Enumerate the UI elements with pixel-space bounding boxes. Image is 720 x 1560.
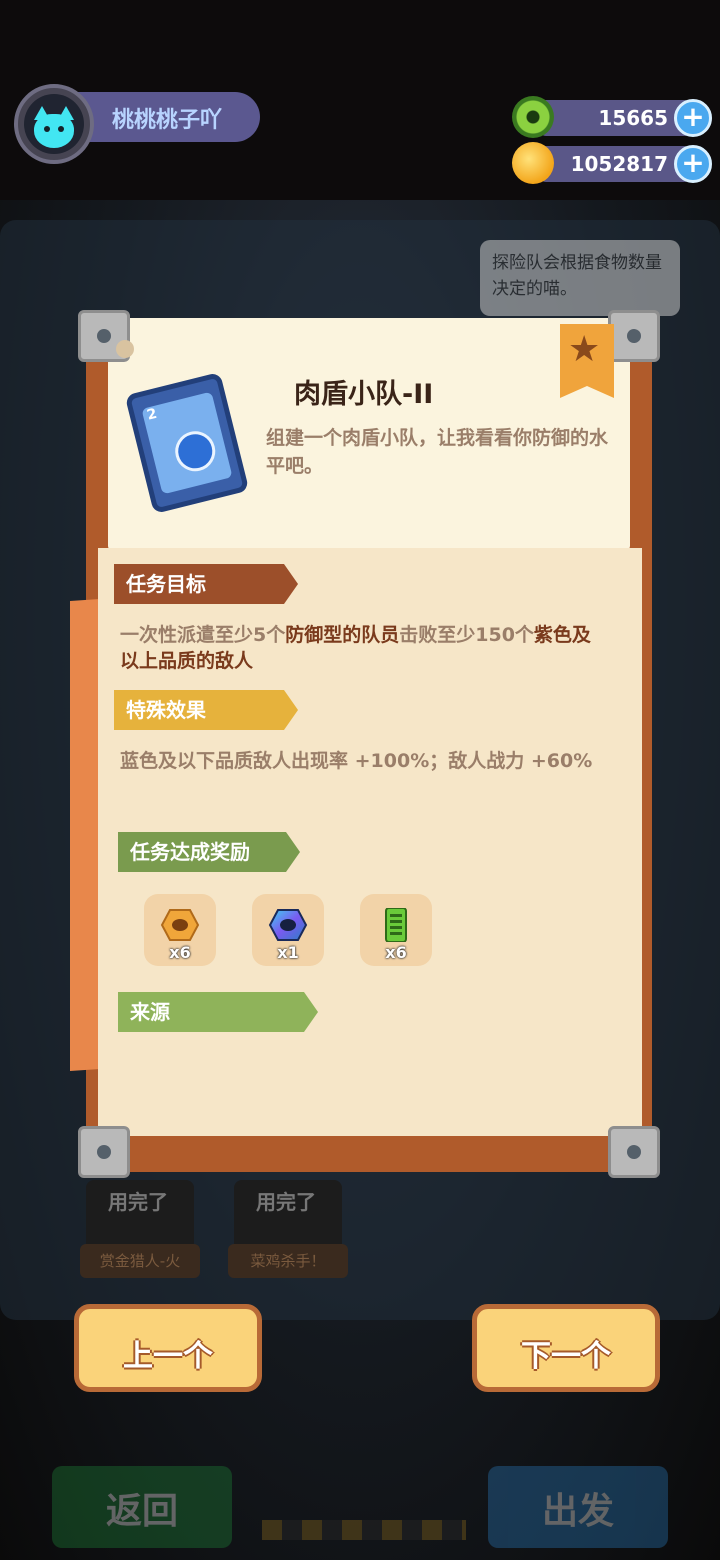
used-slot-label-2: 菜鸡杀手！ (228, 1244, 348, 1278)
player-name: 桃桃桃子吖 (112, 108, 223, 133)
add-coin-button[interactable]: + (674, 145, 712, 183)
add-donut-button[interactable]: + (674, 99, 712, 137)
gold-planet-coin-icon (512, 142, 554, 184)
green-battery-icon (385, 908, 407, 942)
objective-highlight1: 防御型的队员 (285, 624, 400, 646)
fist-icon (170, 427, 220, 476)
card-art: 2 (141, 391, 233, 495)
corner-clip-tr (608, 310, 660, 362)
currency-donut: 15665 + (512, 96, 712, 138)
objective-part1: 一次性派遣至少5个 (120, 624, 286, 646)
reward-qty: x6 (385, 943, 407, 962)
back-button[interactable]: 返回 (52, 1466, 232, 1548)
reward-item-3[interactable]: x6 (360, 894, 432, 966)
used-slot-2: 用完了 (234, 1180, 342, 1252)
task-description: 组建一个肉盾小队，让我看看你防御的水平吧。 (266, 427, 609, 477)
effect-tag: 特殊效果 (114, 690, 298, 730)
objective-text: 一次性派遣至少5个防御型的队员击败至少150个紫色及以上品质的敌人 (120, 622, 600, 674)
player-profile[interactable]: 桃桃桃子吖 (14, 84, 260, 164)
gold-nut-icon (160, 909, 200, 941)
used-slot-name: 赏金猎人-火 (99, 1252, 181, 1270)
source-tag: 来源 (118, 992, 318, 1032)
reward-tag: 任务达成奖励 (118, 832, 300, 872)
used-slot-status: 用完了 (256, 1190, 316, 1214)
donut-count: 15665 (598, 106, 668, 130)
task-title: 肉盾小队-II (294, 379, 434, 410)
pin-icon (116, 340, 134, 358)
objective-tag: 任务目标 (114, 564, 298, 604)
currency-coin: 1052817 + (512, 142, 712, 184)
avatar[interactable] (24, 94, 84, 154)
reward-qty: x1 (277, 943, 299, 962)
depart-button[interactable]: 出发 (488, 1466, 668, 1548)
reward-item-2[interactable]: x1 (252, 894, 324, 966)
reward-item-1[interactable]: x6 (144, 894, 216, 966)
used-slot-1: 用完了 (86, 1180, 194, 1252)
cat-face-icon (34, 106, 74, 148)
prev-button[interactable]: 上一个 (74, 1304, 262, 1392)
next-button[interactable]: 下一个 (472, 1304, 660, 1392)
next-button-label: 下一个 (521, 1339, 611, 1374)
reward-qty: x6 (169, 943, 191, 962)
decor-strip (70, 598, 100, 1072)
hazard-stripe (262, 1520, 466, 1540)
effect-text: 蓝色及以下品质敌人出现率 +100%；敌人战力 +60% (120, 750, 593, 772)
used-slot-status: 用完了 (108, 1190, 168, 1214)
hint-bubble: 探险队会根据食物数量决定的喵。 (480, 240, 680, 316)
depart-button-label: 出发 (541, 1491, 614, 1532)
objective-part2: 击败至少150个 (399, 624, 534, 646)
star-icon: ★ (568, 329, 601, 370)
back-button-label: 返回 (105, 1491, 178, 1532)
used-slot-label-1: 赏金猎人-火 (80, 1244, 200, 1278)
corner-clip-br (608, 1126, 660, 1178)
favorite-ribbon[interactable]: ★ (560, 324, 614, 398)
prev-button-label: 上一个 (123, 1339, 213, 1374)
coin-count: 1052817 (570, 152, 668, 176)
hint-text: 探险队会根据食物数量决定的喵。 (492, 253, 662, 299)
used-slot-name: 菜鸡杀手！ (250, 1252, 326, 1270)
corner-clip-bl (78, 1126, 130, 1178)
rainbow-nut-icon (268, 909, 308, 941)
green-donut-icon (512, 96, 554, 138)
card-level: 2 (145, 405, 159, 424)
